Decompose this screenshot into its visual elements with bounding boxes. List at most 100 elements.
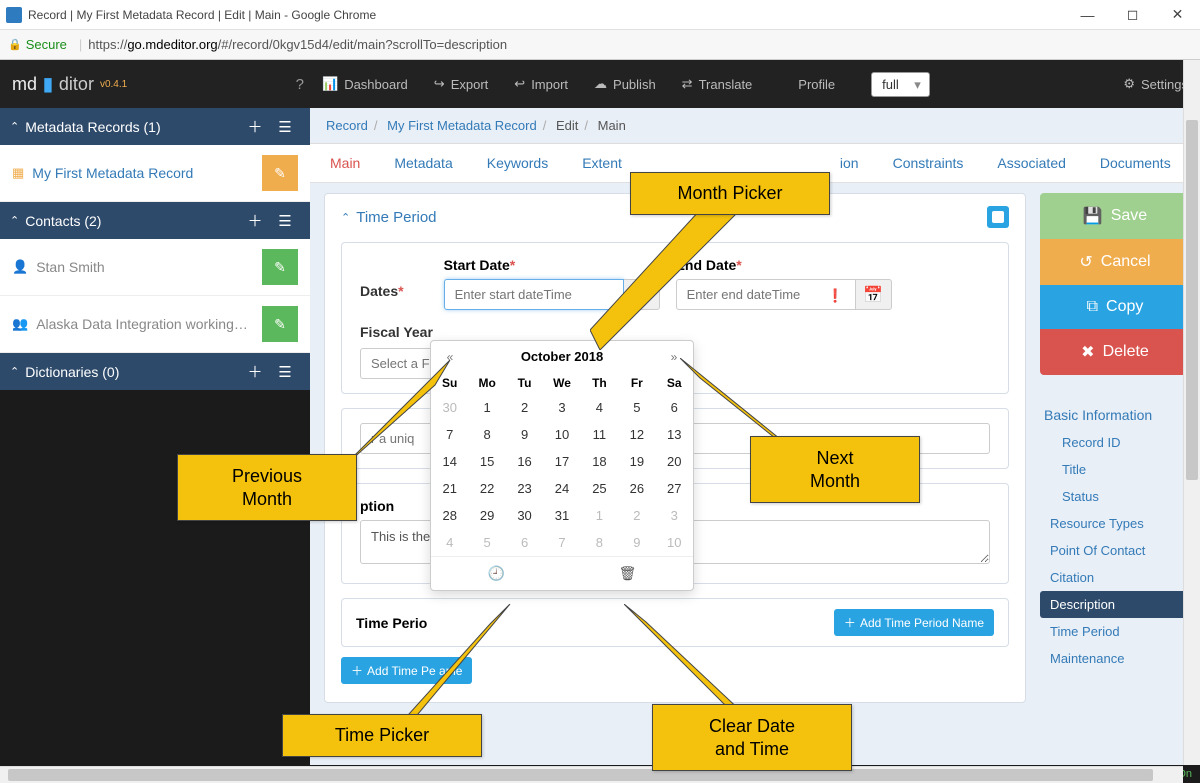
callout-month-picker: Month Picker <box>630 172 830 215</box>
outline-item[interactable]: Point Of Contact <box>1040 537 1190 564</box>
maximize-button[interactable]: ◻ <box>1110 0 1155 30</box>
nav-import[interactable]: ↩Import <box>514 76 568 92</box>
tab-associated[interactable]: Associated <box>997 155 1065 171</box>
tab-extent[interactable]: Extent <box>582 155 622 171</box>
calendar-day[interactable]: 10 <box>543 421 580 448</box>
tab-metadata[interactable]: Metadata <box>394 155 452 171</box>
brand-logo[interactable]: md ▮ ditor v0.4.1 <box>12 74 127 95</box>
add-dictionary-button[interactable]: ＋ <box>240 361 270 382</box>
calendar-day[interactable]: 9 <box>618 529 655 556</box>
outline-item[interactable]: Citation <box>1040 564 1190 591</box>
month-picker-button[interactable]: October 2018 <box>463 349 661 364</box>
list-view-icon[interactable]: ☰ <box>270 212 300 230</box>
address-bar[interactable]: Secure | https://go.mdeditor.org/#/recor… <box>0 30 1200 60</box>
list-view-icon[interactable]: ☰ <box>270 118 300 136</box>
nav-export[interactable]: ↪Export <box>434 76 488 92</box>
calendar-day[interactable]: 3 <box>543 394 580 421</box>
help-icon[interactable]: ? <box>296 76 304 93</box>
breadcrumb-link[interactable]: My First Metadata Record <box>387 118 537 133</box>
profile-select[interactable]: full <box>871 72 930 97</box>
tab-keywords[interactable]: Keywords <box>487 155 548 171</box>
cancel-button[interactable]: ↺Cancel <box>1040 239 1190 285</box>
nav-settings[interactable]: ⚙Settings <box>1123 76 1188 92</box>
translate-icon: ⇄ <box>682 76 693 92</box>
outline-item[interactable]: Title <box>1040 456 1190 483</box>
calendar-day[interactable]: 12 <box>618 421 655 448</box>
calendar-day[interactable]: 26 <box>618 475 655 502</box>
nav-dashboard[interactable]: 📊Dashboard <box>322 76 408 92</box>
outline-item-active[interactable]: Description <box>1040 591 1190 618</box>
minimize-button[interactable]: — <box>1065 0 1110 30</box>
outline-item[interactable]: Basic Information <box>1040 401 1190 429</box>
edit-record-button[interactable]: ✎ <box>262 155 298 191</box>
delete-button[interactable]: ✖Delete <box>1040 329 1190 375</box>
end-date-calendar-button[interactable]: 📅 <box>856 279 892 310</box>
chevron-down-icon[interactable]: ⌃ <box>341 211 350 224</box>
calendar-day[interactable]: 7 <box>543 529 580 556</box>
calendar-day[interactable]: 9 <box>506 421 543 448</box>
calendar-day[interactable]: 19 <box>618 448 655 475</box>
outline-item[interactable]: Resource Types <box>1040 510 1190 537</box>
sidebar-group-dictionaries[interactable]: ⌃ Dictionaries (0) ＋ ☰ <box>0 353 310 390</box>
breadcrumb-link[interactable]: Record <box>326 118 368 133</box>
dates-label: Dates* <box>360 283 404 299</box>
outline-item[interactable]: Maintenance <box>1040 645 1190 672</box>
sidebar-item-record[interactable]: ▦ My First Metadata Record ✎ <box>0 145 310 202</box>
calendar-day[interactable]: 25 <box>581 475 618 502</box>
add-contact-button[interactable]: ＋ <box>240 210 270 231</box>
calendar-day[interactable]: 21 <box>431 475 468 502</box>
calendar-day[interactable]: 27 <box>656 475 693 502</box>
save-button[interactable]: 💾Save <box>1040 193 1190 239</box>
horizontal-scrollbar[interactable] <box>0 766 1183 783</box>
add-time-period-name-button[interactable]: ＋Add Time Period Name <box>834 609 994 636</box>
outline-item[interactable]: Status <box>1040 483 1190 510</box>
calendar-day[interactable]: 11 <box>581 421 618 448</box>
tab-main[interactable]: Main <box>330 155 360 171</box>
outline-item[interactable]: Time Period <box>1040 618 1190 645</box>
calendar-day[interactable]: 2 <box>506 394 543 421</box>
calendar-day[interactable]: 8 <box>581 529 618 556</box>
nav-translate[interactable]: ⇄Translate <box>682 76 753 92</box>
calendar-day[interactable]: 4 <box>581 394 618 421</box>
tab-constraints[interactable]: Constraints <box>893 155 964 171</box>
clear-date-button[interactable]: 🗑 <box>562 557 693 590</box>
sidebar-group-contacts[interactable]: ⌃ Contacts (2) ＋ ☰ <box>0 202 310 239</box>
calendar-day[interactable]: 31 <box>543 502 580 529</box>
calendar-day[interactable]: 18 <box>581 448 618 475</box>
time-picker-button[interactable]: 🕘 <box>431 557 562 590</box>
sidebar-item-contact[interactable]: 👤 Stan Smith ✎ <box>0 239 310 296</box>
calendar-day[interactable]: 17 <box>543 448 580 475</box>
calendar-day[interactable]: 15 <box>468 448 505 475</box>
copy-button[interactable]: ⧉Copy <box>1040 285 1190 329</box>
calendar-day[interactable]: 28 <box>431 502 468 529</box>
outline-item[interactable]: Record ID <box>1040 429 1190 456</box>
vertical-scrollbar[interactable] <box>1183 60 1200 765</box>
calendar-day[interactable]: 29 <box>468 502 505 529</box>
close-window-button[interactable]: ✕ <box>1155 0 1200 30</box>
list-view-icon[interactable]: ☰ <box>270 363 300 381</box>
calendar-day[interactable]: 2 <box>618 502 655 529</box>
calendar-day[interactable]: 24 <box>543 475 580 502</box>
calendar-day[interactable]: 30 <box>506 502 543 529</box>
sidebar-item-contact[interactable]: 👥 Alaska Data Integration working… ✎ <box>0 296 310 353</box>
calendar-day[interactable]: 23 <box>506 475 543 502</box>
nav-publish[interactable]: ☁Publish <box>594 76 656 92</box>
edit-contact-button[interactable]: ✎ <box>262 249 298 285</box>
add-record-button[interactable]: ＋ <box>240 116 270 137</box>
calendar-day[interactable]: 3 <box>656 502 693 529</box>
panel-toggle-button[interactable] <box>987 206 1009 228</box>
calendar-day[interactable]: 5 <box>618 394 655 421</box>
calendar-day[interactable]: 6 <box>506 529 543 556</box>
calendar-day[interactable]: 10 <box>656 529 693 556</box>
calendar-day[interactable]: 1 <box>581 502 618 529</box>
calendar-day[interactable]: 8 <box>468 421 505 448</box>
calendar-day[interactable]: 22 <box>468 475 505 502</box>
calendar-day[interactable]: 5 <box>468 529 505 556</box>
edit-contact-button[interactable]: ✎ <box>262 306 298 342</box>
calendar-day[interactable]: 16 <box>506 448 543 475</box>
calendar-day[interactable]: 4 <box>431 529 468 556</box>
calendar-day[interactable]: 1 <box>468 394 505 421</box>
tab-distribution[interactable]: ion <box>840 155 859 171</box>
tab-documents[interactable]: Documents <box>1100 155 1171 171</box>
sidebar-group-records[interactable]: ⌃ Metadata Records (1) ＋ ☰ <box>0 108 310 145</box>
